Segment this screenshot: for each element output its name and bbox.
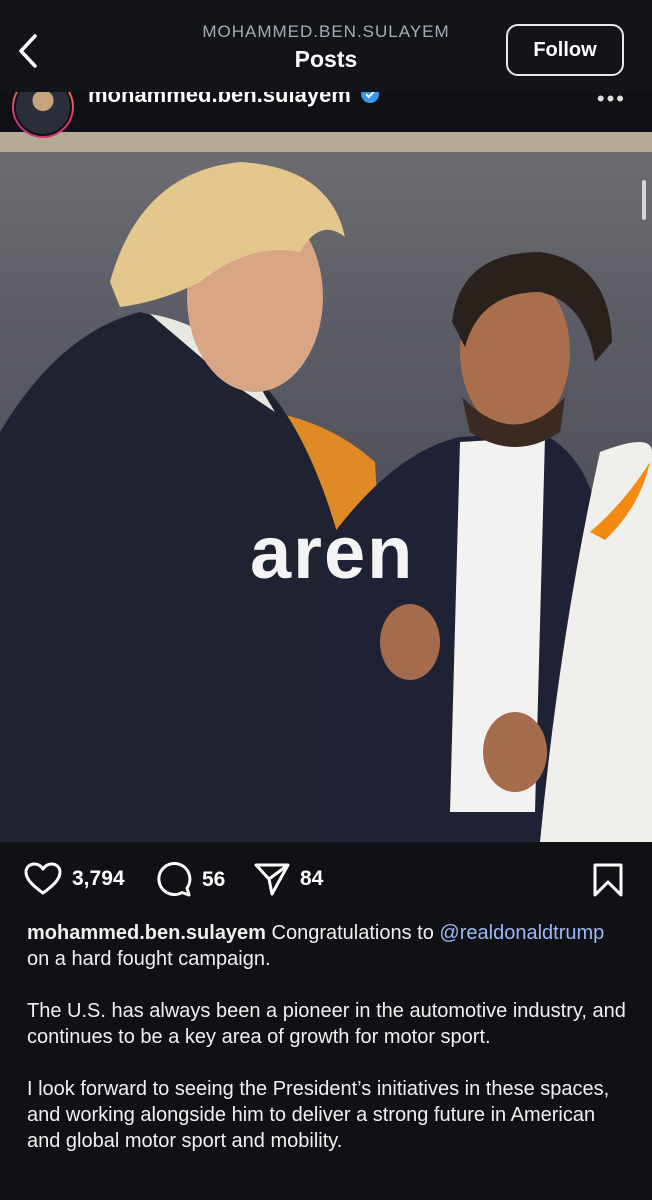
photo-sign-text: aren (250, 511, 415, 594)
heart-icon (24, 862, 62, 895)
caption-lead: Congratulations to (271, 922, 434, 944)
share-count: 84 (300, 867, 324, 890)
comment-button[interactable]: 56 (156, 862, 225, 898)
bookmark-icon (593, 863, 623, 897)
caption-paragraph-3: I look forward to seeing the President’s… (27, 1078, 610, 1152)
action-bar: 3,794 56 84 (0, 842, 652, 922)
post-photo[interactable]: aren (0, 132, 652, 842)
header-titles: MOHAMMED.BEN.SULAYEM Posts (150, 22, 502, 73)
post-caption: mohammed.ben.sulayem Congratulations to … (27, 920, 627, 1180)
comment-icon (157, 862, 192, 897)
caption-lead-rest: on a hard fought campaign. (27, 948, 271, 970)
header-username: MOHAMMED.BEN.SULAYEM (202, 22, 450, 41)
comment-count: 56 (202, 868, 226, 891)
like-button[interactable]: 3,794 (24, 862, 125, 896)
caption-username[interactable]: mohammed.ben.sulayem (27, 922, 266, 944)
back-button[interactable] (8, 26, 48, 76)
caption-mention[interactable]: @realdonaldtrump (439, 922, 604, 944)
caption-paragraph-1: mohammed.ben.sulayem Congratulations to … (27, 920, 627, 972)
post-page: mohammed.ben.sulayem ••• MOHAMMED.BEN.SU… (0, 0, 652, 1200)
follow-button[interactable]: Follow (506, 24, 624, 76)
page-title: Posts (294, 46, 358, 72)
chevron-left-icon (19, 34, 37, 68)
photo-scene (0, 162, 652, 842)
save-button[interactable] (592, 862, 624, 903)
send-icon (254, 863, 290, 896)
mclaren-swoosh (590, 462, 650, 540)
scrollbar[interactable] (642, 180, 646, 220)
top-header: MOHAMMED.BEN.SULAYEM Posts Follow (0, 0, 652, 92)
caption-paragraph-2: The U.S. has always been a pioneer in th… (27, 1000, 626, 1048)
like-count: 3,794 (72, 867, 125, 890)
share-button[interactable]: 84 (254, 862, 323, 896)
